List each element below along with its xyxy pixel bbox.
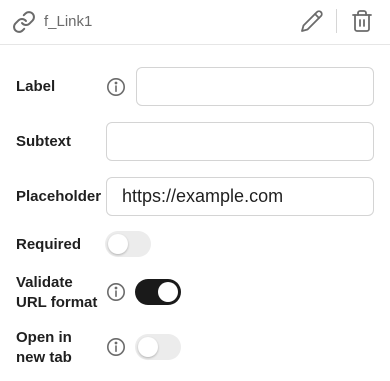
toggle-knob — [158, 282, 178, 302]
required-toggle[interactable] — [105, 231, 151, 257]
open-new-tab-label-line1: Open in — [16, 329, 72, 346]
open-new-tab-toggle[interactable] — [135, 334, 181, 360]
toggle-knob — [108, 234, 128, 254]
header-divider — [336, 9, 337, 33]
field-name: f_Link1 — [44, 13, 93, 30]
validate-url-toggle[interactable] — [135, 279, 181, 305]
pencil-icon[interactable] — [300, 9, 324, 33]
info-icon[interactable] — [106, 337, 126, 357]
info-icon[interactable] — [106, 282, 126, 302]
open-new-tab-label-line2: new tab — [16, 349, 72, 366]
required-field-label: Required — [16, 236, 82, 253]
placeholder-field-label: Placeholder — [16, 188, 102, 205]
link-icon — [13, 11, 35, 33]
info-icon[interactable] — [106, 77, 126, 97]
subtext-field-label: Subtext — [16, 133, 72, 150]
validate-url-label-line1: Validate — [16, 274, 73, 291]
label-input[interactable] — [136, 67, 374, 106]
placeholder-input[interactable] — [106, 177, 374, 216]
trash-icon[interactable] — [350, 9, 374, 33]
field-header: f_Link1 — [0, 0, 390, 45]
label-field-label: Label — [16, 78, 56, 95]
toggle-knob — [138, 337, 158, 357]
subtext-input[interactable] — [106, 122, 374, 161]
validate-url-label-line2: URL format — [16, 294, 98, 311]
